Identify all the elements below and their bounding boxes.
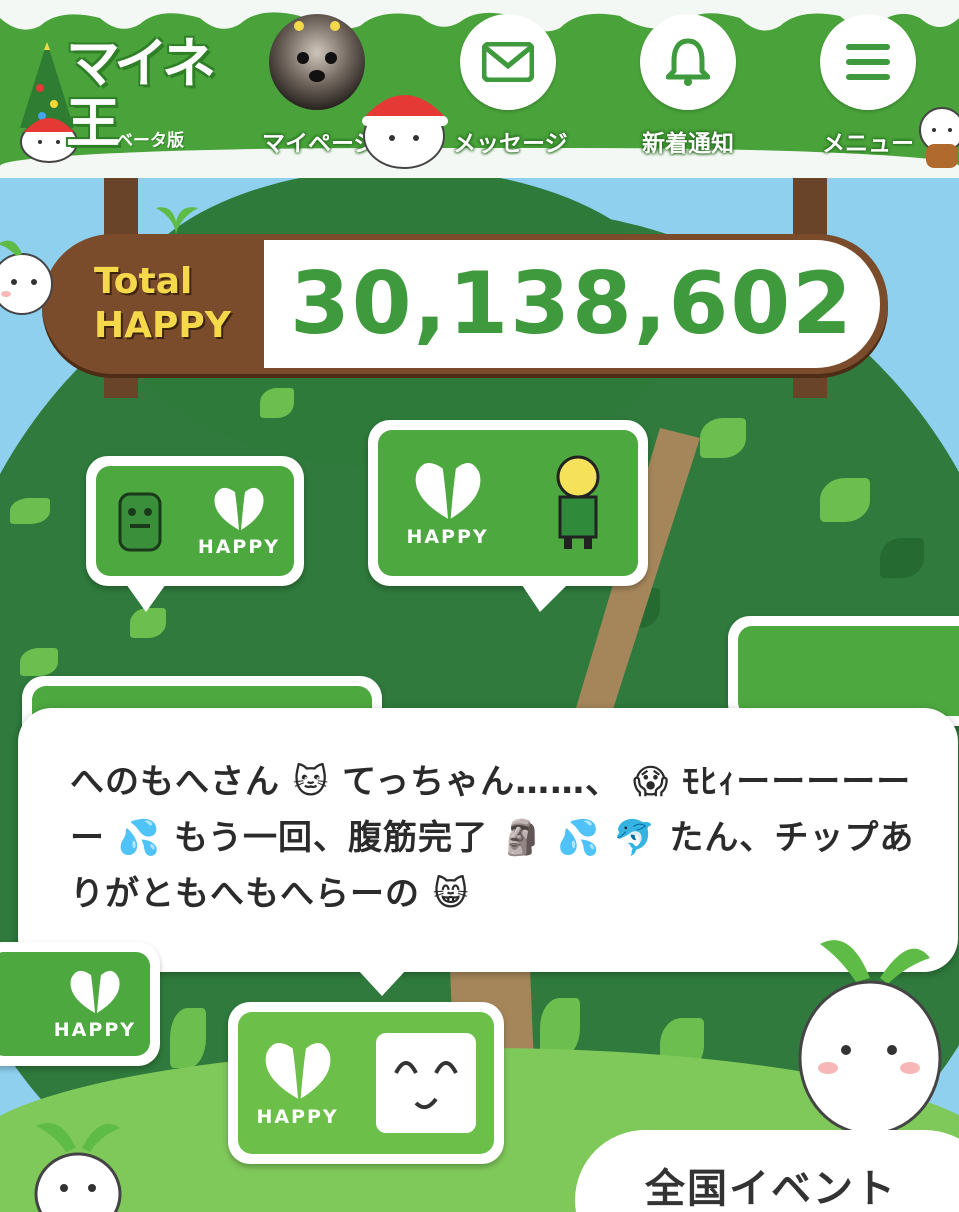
envelope-icon (482, 42, 534, 82)
total-happy-label: Total HAPPY (94, 260, 264, 348)
total-label: Total (94, 261, 193, 302)
popup-message: へのもへさん 🐱 てっちゃん……、 😱 ﾓﾋｨーーーーーー 💦 もう一回、腹筋完… (70, 762, 915, 914)
app-header: マイネ王 ベータ版 マイページ メッセージ 新着通知 メニュー (0, 0, 959, 178)
message-popup[interactable]: へのもへさん 🐱 てっちゃん……、 😱 ﾓﾋｨーーーーーー 💦 もう一回、腹筋完… (18, 708, 958, 996)
happy-heart-icon (415, 463, 480, 519)
leaf-decoration (820, 478, 870, 522)
hamburger-menu-icon (846, 44, 890, 80)
happy-text: HAPPY (256, 1106, 339, 1128)
bell-icon (666, 38, 710, 86)
happy-label: HAPPY (94, 305, 231, 346)
happy-text: HAPPY (197, 536, 281, 558)
nav-notifications[interactable]: 新着通知 (633, 14, 743, 158)
leaf-decoration (130, 608, 166, 638)
happy-bubble-content (738, 626, 959, 716)
happy-bubble[interactable]: HAPPY (0, 942, 160, 1066)
sprout-icon (156, 207, 198, 234)
total-happy-value-box: 30,138,602 (264, 240, 880, 368)
nav-message[interactable]: メッセージ (453, 14, 568, 158)
mascot-santa-icon (362, 95, 448, 169)
dog-face-icon (294, 21, 340, 82)
happy-logo: HAPPY (198, 484, 280, 558)
nationwide-event-label: 全国イベント (645, 1166, 897, 1212)
total-happy-sign: Total HAPPY 30,138,602 (42, 234, 888, 374)
nav-message-label: メッセージ (453, 131, 568, 157)
handwriting-face-icon (393, 1061, 458, 1110)
leaf-decoration (880, 538, 924, 578)
bubble-tail (520, 582, 570, 612)
happy-heart-icon (70, 970, 120, 1013)
mascot-bottom-icon (34, 1122, 122, 1212)
nav-menu[interactable]: メニュー (813, 14, 923, 158)
mascot-waving-icon (798, 940, 942, 1136)
happy-bubble-content: HAPPY (378, 430, 638, 576)
site-logo[interactable]: マイネ王 (66, 34, 226, 154)
message-button[interactable] (460, 14, 556, 110)
happy-logo: HAPPY (406, 458, 488, 548)
total-happy-value: 30,138,602 (289, 254, 855, 354)
happy-logo: HAPPY (256, 1038, 338, 1128)
happy-bubble-content: HAPPY (0, 952, 150, 1056)
menu-button[interactable] (820, 14, 916, 110)
happy-bubble[interactable]: HAPPY (86, 456, 304, 612)
happy-bubble-content: HAPPY (238, 1012, 494, 1154)
notification-button[interactable] (640, 14, 736, 110)
leaf-decoration (20, 648, 58, 676)
happy-bubble-content: HAPPY (96, 466, 294, 576)
happy-text: HAPPY (53, 1019, 136, 1041)
happy-heart-icon (265, 1043, 330, 1099)
nav-notifications-label: 新着通知 (642, 131, 734, 157)
happy-heart-icon (214, 487, 264, 530)
leaf-decoration (10, 498, 50, 524)
beta-label: ベータ版 (116, 131, 184, 151)
nav-menu-label: メニュー (822, 131, 914, 157)
user-avatar[interactable] (269, 14, 365, 110)
mascot-peeking-icon (0, 240, 53, 315)
nationwide-event-button[interactable]: 全国イベント (575, 1130, 959, 1212)
happy-tree-area: Total HAPPY 30,138,602 HAPPY HAPPY へのもへさ… (0, 178, 959, 1212)
pixel-monster-avatar (118, 492, 162, 552)
happy-text: HAPPY (406, 526, 489, 548)
handwritten-avatar (375, 1033, 476, 1133)
pixel-girl-avatar (556, 455, 600, 549)
happy-bubble[interactable]: HAPPY (228, 1002, 504, 1164)
happy-bubble[interactable]: HAPPY (368, 420, 648, 586)
mascot-reindeer-icon (919, 107, 959, 168)
happy-logo: HAPPY (54, 967, 136, 1041)
